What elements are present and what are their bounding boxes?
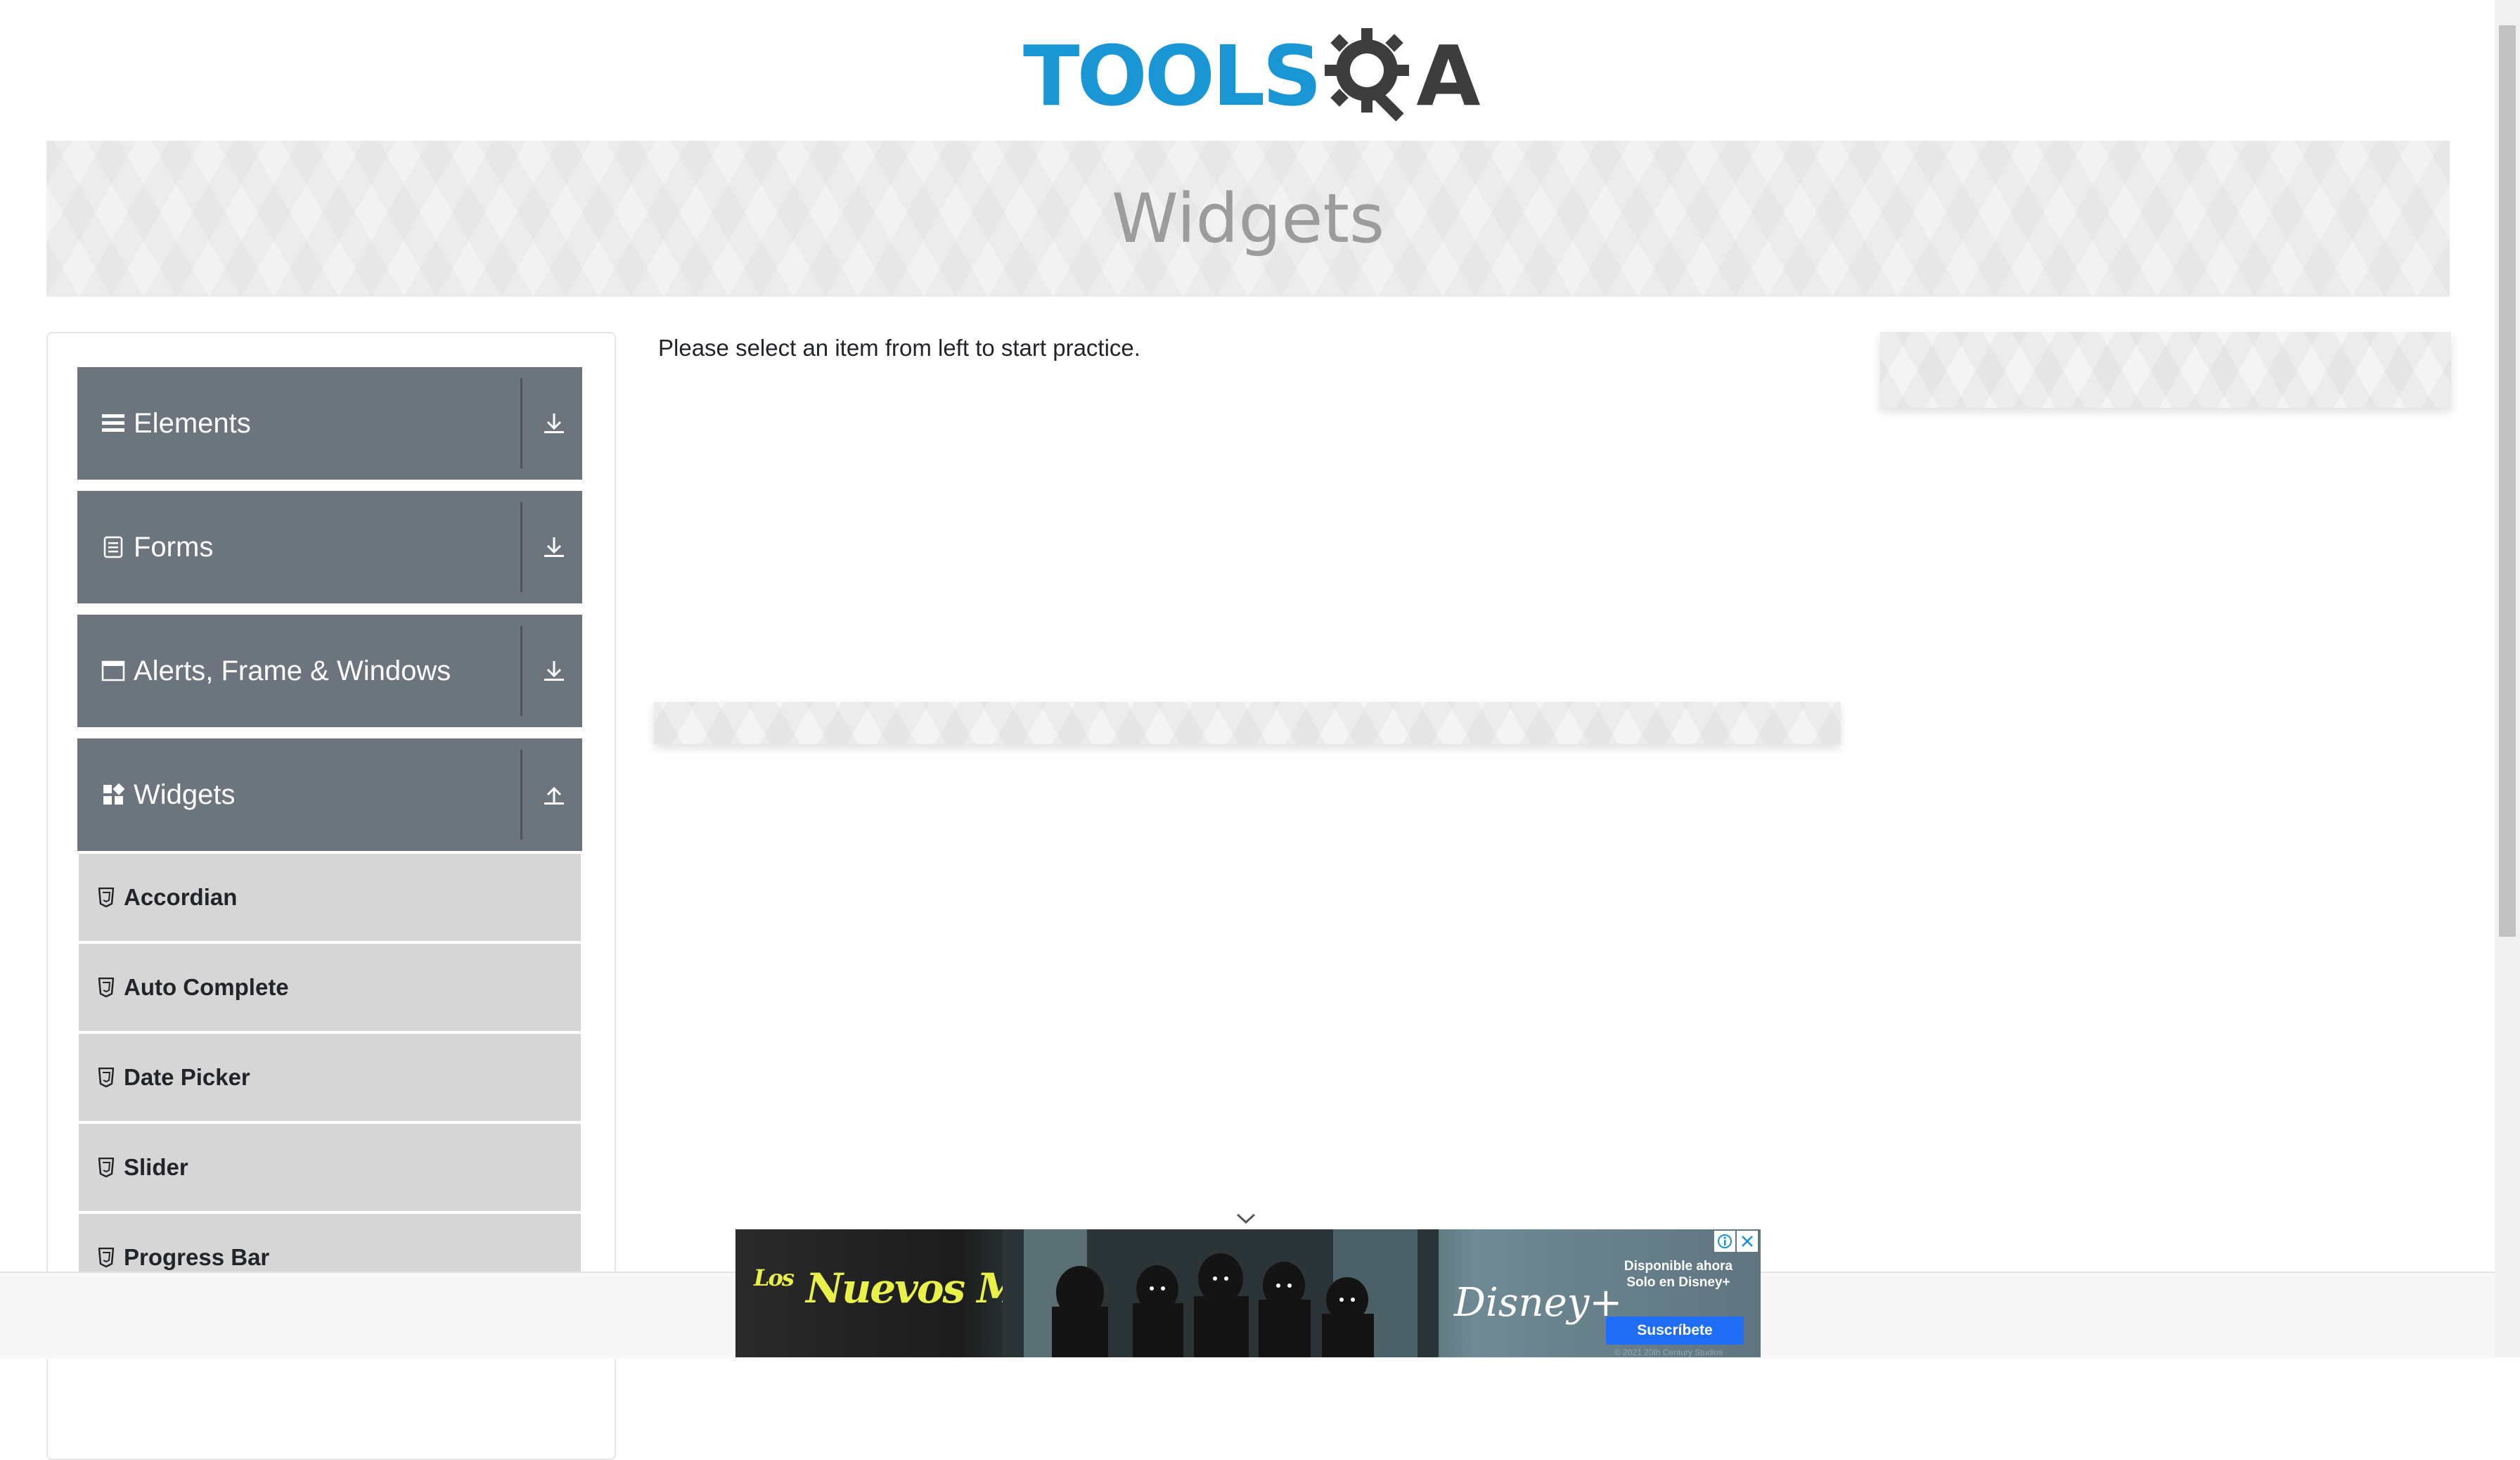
scrollbar-thumb[interactable] bbox=[2499, 25, 2516, 937]
ad-fine-print: © 2021 20th Century Studios bbox=[1614, 1347, 1723, 1357]
divider bbox=[520, 626, 522, 716]
ad-brand: Disney+ bbox=[1454, 1280, 1622, 1326]
sidebar-group-alerts[interactable]: Alerts, Frame & Windows bbox=[77, 615, 582, 727]
divider bbox=[520, 750, 522, 840]
sidebar-item-accordian[interactable]: Accordian bbox=[79, 854, 581, 941]
sidebar-item-label: Auto Complete bbox=[124, 974, 289, 1000]
divider bbox=[520, 378, 522, 468]
window-icon bbox=[101, 659, 125, 683]
sidebar-group-label: Elements bbox=[134, 407, 251, 439]
download-arrow-icon[interactable] bbox=[534, 653, 574, 689]
sidebar-item-date-picker[interactable]: Date Picker bbox=[79, 1034, 581, 1121]
ad-title-prefix: Los bbox=[754, 1264, 795, 1291]
ad-placeholder-right bbox=[1880, 332, 2451, 408]
ad-subscribe-button[interactable]: Suscríbete bbox=[1606, 1317, 1744, 1345]
page-banner: Widgets bbox=[46, 141, 2450, 297]
sidebar-item-label: Accordian bbox=[124, 884, 238, 910]
download-arrow-icon[interactable] bbox=[534, 405, 574, 442]
html5-icon bbox=[98, 1246, 115, 1269]
document-icon bbox=[101, 535, 125, 559]
sidebar-item-label: Slider bbox=[124, 1154, 188, 1180]
sidebar-group-label: Widgets bbox=[134, 779, 236, 810]
html5-icon bbox=[98, 886, 115, 909]
close-icon[interactable] bbox=[1737, 1231, 1758, 1252]
sidebar-group-widgets[interactable]: Widgets bbox=[77, 738, 582, 851]
sidebar-item-auto-complete[interactable]: Auto Complete bbox=[79, 944, 581, 1031]
info-icon[interactable] bbox=[1714, 1231, 1735, 1252]
sidebar-item-label: Date Picker bbox=[124, 1064, 250, 1090]
ad-tagline: Disponible ahora Solo en Disney+ bbox=[1624, 1259, 1733, 1290]
ad-banner[interactable]: Los Nuevos Mutantes Disney+ Disponible a… bbox=[735, 1229, 1761, 1357]
upload-arrow-icon[interactable] bbox=[534, 776, 574, 813]
sidebar-group-label: Alerts, Frame & Windows bbox=[134, 655, 451, 686]
html5-icon bbox=[98, 976, 115, 999]
toolsqa-logo[interactable]: TOOLS A bbox=[1023, 20, 1481, 132]
logo-text-a: A bbox=[1416, 27, 1480, 124]
chevron-down-icon[interactable] bbox=[1232, 1210, 1260, 1228]
html5-icon bbox=[98, 1066, 115, 1089]
divider bbox=[520, 502, 522, 592]
sidebar-group-elements[interactable]: Elements bbox=[77, 367, 582, 480]
ad-image bbox=[1003, 1229, 1439, 1357]
sidebar-group-forms[interactable]: Forms bbox=[77, 491, 582, 603]
menu-icon bbox=[101, 411, 125, 435]
main-instruction: Please select an item from left to start… bbox=[658, 335, 1140, 361]
html5-icon bbox=[98, 1156, 115, 1179]
sidebar-item-slider[interactable]: Slider bbox=[79, 1124, 581, 1211]
sidebar-group-label: Forms bbox=[134, 531, 214, 563]
page-title: Widgets bbox=[1111, 179, 1385, 258]
vertical-scrollbar[interactable] bbox=[2495, 0, 2520, 1357]
widgets-icon bbox=[101, 783, 125, 807]
ad-brand-name: Disney bbox=[1454, 1280, 1590, 1326]
ad-placeholder-center bbox=[654, 702, 1841, 744]
logo-text-tools: TOOLS bbox=[1023, 27, 1322, 124]
download-arrow-icon[interactable] bbox=[534, 529, 574, 565]
sidebar-item-label: Progress Bar bbox=[124, 1244, 270, 1270]
gear-icon bbox=[1323, 27, 1422, 125]
